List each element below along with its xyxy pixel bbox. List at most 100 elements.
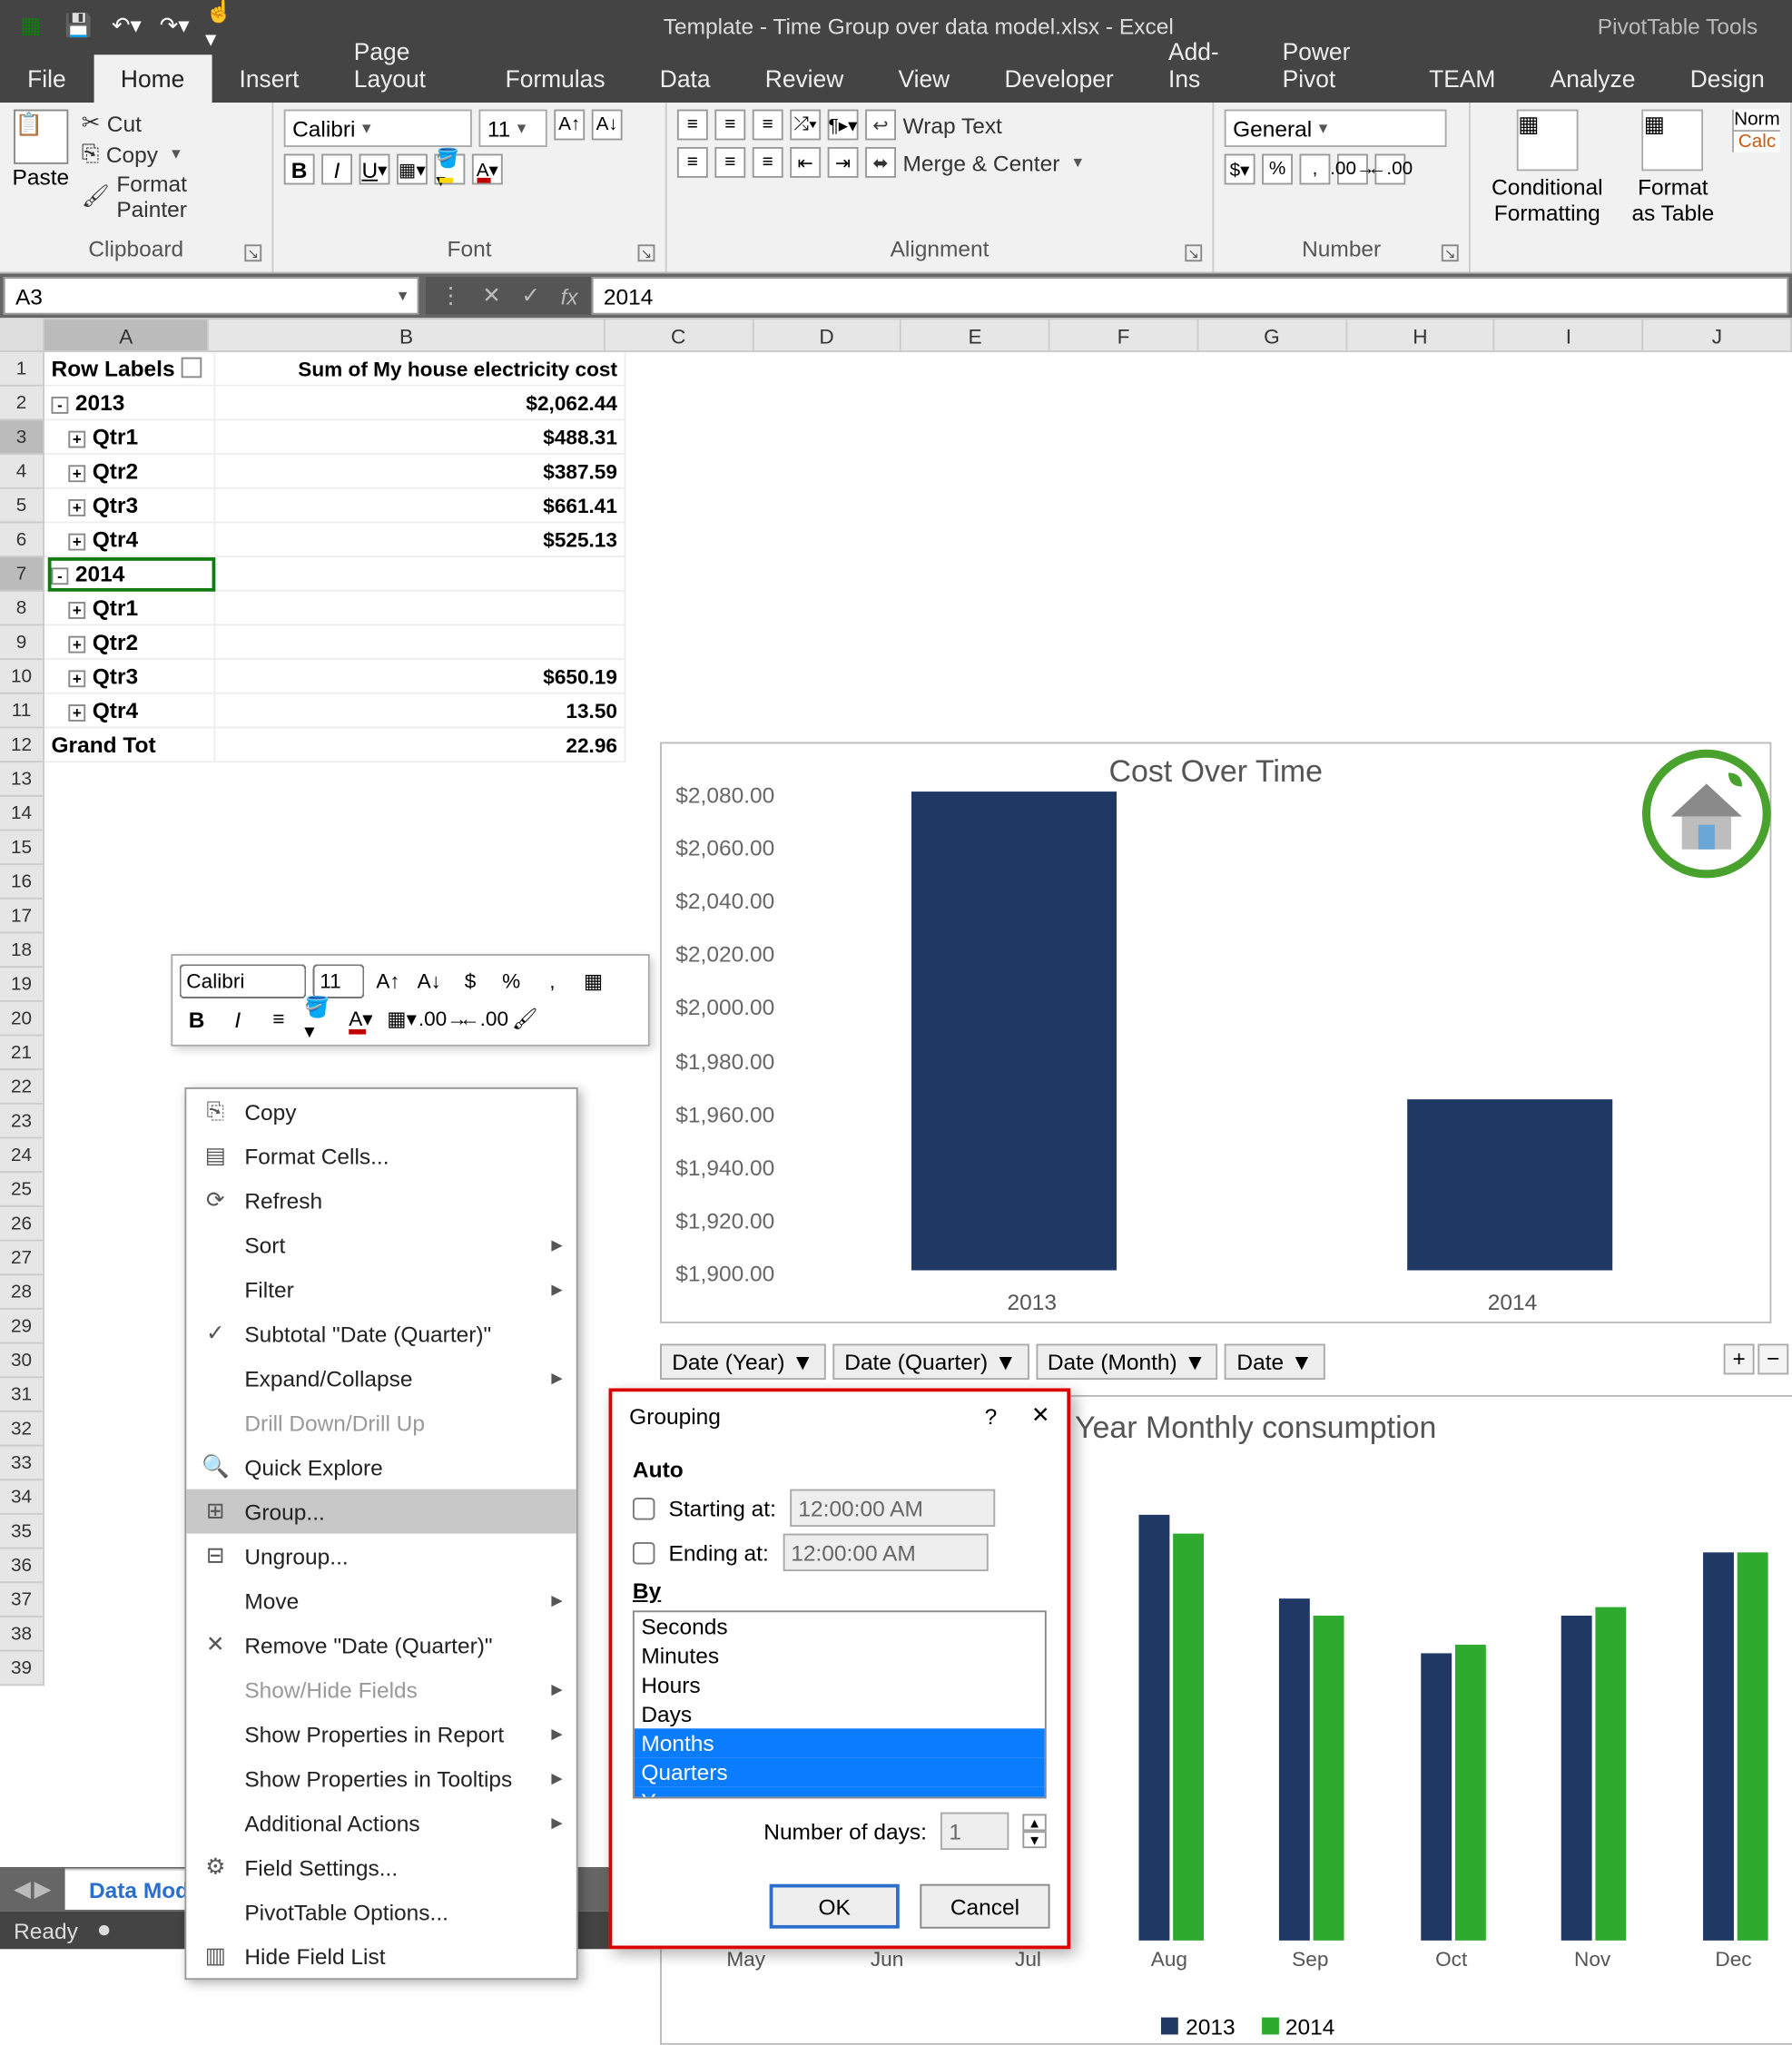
clipboard-dialog-launcher[interactable]: ↘ [244,244,261,261]
row-3[interactable]: 3 [0,420,44,455]
row-4[interactable]: 4 [0,455,44,489]
cell-a-2[interactable]: -2013 [44,387,215,421]
row-7[interactable]: 7 [0,557,44,592]
underline-button[interactable]: U▾ [359,154,390,185]
dialog-ok-button[interactable]: OK [770,1884,900,1929]
expand-toggle[interactable]: + [68,431,85,448]
mini-fill-icon[interactable]: 🪣▾ [302,1002,337,1037]
ctx-copy[interactable]: ⎘Copy [186,1089,576,1134]
row-13[interactable]: 13 [0,762,44,797]
row-24[interactable]: 24 [0,1138,44,1173]
mini-dec-dec-icon[interactable]: ←.00 [467,1002,501,1037]
indent-inc-icon[interactable]: ⇥ [828,147,859,178]
align-left-icon[interactable]: ≡ [677,147,708,178]
cell-b-5[interactable]: $661.41 [215,489,625,524]
group-opt-days[interactable]: Days [635,1699,1045,1728]
filter-date[interactable]: Date▼ [1225,1344,1324,1381]
ctx-group[interactable]: ⊞Group... [186,1490,576,1534]
fill-color-button[interactable]: 🪣▾ [434,154,465,185]
cell-b-11[interactable]: 13.50 [215,694,625,729]
tab-team[interactable]: TEAM [1402,54,1523,103]
group-opt-months[interactable]: Months [635,1728,1045,1757]
row-21[interactable]: 21 [0,1036,44,1070]
col-D[interactable]: D [753,320,901,350]
paste-button[interactable]: 📋 Paste [10,110,71,191]
cancel-edit-icon[interactable]: ✕ [482,282,501,310]
filter-date-month[interactable]: Date (Month)▼ [1036,1344,1218,1381]
mini-border-icon[interactable]: ▦ [576,964,611,998]
alignment-dialog-launcher[interactable]: ↘ [1185,244,1202,261]
select-all-corner[interactable] [0,318,44,352]
num-days-input[interactable] [940,1813,1009,1850]
inc-decimal-button[interactable]: .00→ [1337,154,1368,185]
ctx-remove-date-quarter[interactable]: ✕Remove "Date (Quarter)" [186,1623,576,1667]
row-23[interactable]: 23 [0,1105,44,1139]
row-37[interactable]: 37 [0,1583,44,1617]
ctx-hide-field-list[interactable]: ▥Hide Field List [186,1933,576,1978]
group-opt-seconds[interactable]: Seconds [635,1612,1045,1641]
col-H[interactable]: H [1347,320,1495,350]
align-top-icon[interactable]: ≡ [677,110,708,141]
col-A[interactable]: A [44,320,210,350]
cell-a-7[interactable]: -2014 [44,557,215,592]
expand-toggle[interactable]: + [68,602,85,619]
row-25[interactable]: 25 [0,1173,44,1207]
pivot-dropdown-icon[interactable] [182,358,202,379]
group-opt-quarters[interactable]: Quarters [635,1757,1045,1786]
row-2[interactable]: 2 [0,387,44,421]
col-I[interactable]: I [1495,320,1643,350]
cell-b-4[interactable]: $387.59 [215,455,625,489]
ctx-filter[interactable]: Filter▸ [186,1267,576,1312]
percent-button[interactable]: % [1262,154,1293,185]
tab-formulas[interactable]: Formulas [478,54,632,103]
starting-at-checkbox[interactable] [633,1497,655,1519]
cell-b-12[interactable]: 22.96 [215,728,625,762]
col-J[interactable]: J [1644,320,1792,350]
expand-toggle[interactable]: - [52,567,69,585]
cell-b-1[interactable]: Sum of My house electricity cost [215,352,625,387]
row-10[interactable]: 10 [0,660,44,694]
tab-data[interactable]: Data [633,54,738,103]
format-as-table-button[interactable]: ▦Format as Table [1624,110,1722,226]
format-painter-button[interactable]: 🖌Format Painter [82,171,261,222]
number-format-combo[interactable]: General▾ [1225,110,1447,147]
ending-at-checkbox[interactable] [633,1541,655,1563]
filter-date-year[interactable]: Date (Year)▼ [660,1344,825,1381]
undo-icon[interactable]: ↶▾ [110,8,144,43]
row-20[interactable]: 20 [0,1002,44,1037]
ctx-subtotal-date-quarter[interactable]: ✓Subtotal "Date (Quarter)" [186,1312,576,1356]
mini-shrink-font-icon[interactable]: A↓ [412,964,447,998]
row-16[interactable]: 16 [0,865,44,900]
indent-dec-icon[interactable]: ⇤ [790,147,821,178]
name-box[interactable]: A3▾ [4,277,419,314]
border-button[interactable]: ▦▾ [397,154,428,185]
ctx-pivottable-options[interactable]: PivotTable Options... [186,1889,576,1933]
font-family-combo[interactable]: Calibri▾ [284,110,472,147]
macro-record-icon[interactable]: ⏺ [98,1917,109,1944]
row-31[interactable]: 31 [0,1378,44,1412]
ltr-icon[interactable]: ¶▸▾ [828,110,859,141]
ctx-expand-collapse[interactable]: Expand/Collapse▸ [186,1356,576,1401]
starting-at-input[interactable] [790,1490,995,1527]
row-33[interactable]: 33 [0,1447,44,1481]
mini-italic-icon[interactable]: I [221,1002,255,1037]
filter-date-quarter[interactable]: Date (Quarter)▼ [832,1344,1029,1381]
mini-font-family[interactable] [180,964,306,998]
col-E[interactable]: E [901,320,1049,350]
group-opt-minutes[interactable]: Minutes [635,1641,1045,1670]
cell-b-7[interactable] [215,557,625,592]
accept-edit-icon[interactable]: ✓ [521,282,540,310]
cell-b-8[interactable] [215,592,625,626]
font-color-button[interactable]: A▾ [472,154,503,185]
cut-button[interactable]: ✂Cut [82,110,261,137]
mini-align-icon[interactable]: ≡ [261,1002,296,1037]
grow-font-icon[interactable]: A↑ [554,110,585,141]
mini-format-painter-icon[interactable]: 🖌 [507,1002,542,1037]
num-days-up-icon[interactable]: ▲ [1022,1814,1046,1831]
expand-toggle[interactable]: + [68,704,85,722]
mini-borders-icon[interactable]: ▦▾ [385,1002,419,1037]
cell-a-1[interactable]: Row Labels [44,352,215,387]
row-8[interactable]: 8 [0,592,44,626]
tab-developer[interactable]: Developer [977,54,1141,103]
touch-icon[interactable]: ☝▾ [205,8,240,43]
